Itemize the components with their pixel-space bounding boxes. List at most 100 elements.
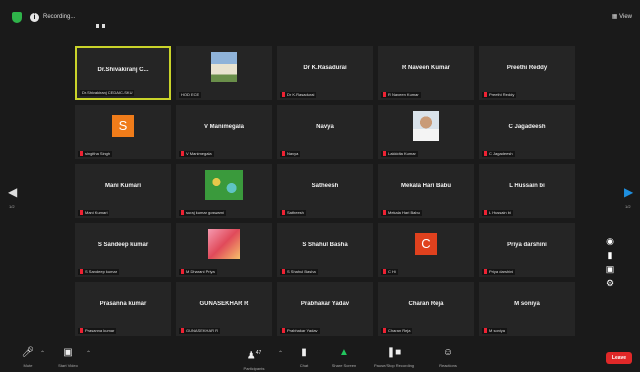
participant-label-text: Lakkidta Kumar	[388, 151, 416, 156]
participant-profile-photo	[205, 170, 243, 200]
participants-label: Participants	[243, 366, 265, 372]
participant-label-text: Mekala Hari Babu	[388, 210, 420, 215]
participant-name-label: Charan Reja	[381, 328, 413, 334]
participant-display-name: Dr.Shivakiranj C...	[97, 67, 149, 73]
floating-side-toolbar: ◉ ▮ ▣ ⚙	[603, 234, 617, 290]
prev-page-number: 1/2	[9, 204, 15, 209]
video-camera-icon: ▣	[63, 347, 73, 358]
leave-button[interactable]: Leave	[606, 352, 632, 364]
participant-name-label: Mani Kumari	[78, 210, 110, 216]
participants-options-chevron-icon[interactable]: ⌃	[278, 350, 283, 357]
view-button[interactable]: ▦ View	[612, 12, 632, 22]
participant-tile[interactable]: Mani Kumari Mani Kumari	[75, 164, 171, 218]
prev-page-arrow-icon[interactable]: ◀	[8, 185, 17, 199]
muted-microphone-icon	[181, 269, 184, 275]
participant-name-label: Satheesh	[280, 210, 306, 216]
participant-tile[interactable]: Prabhakar Yadav Prabhakar Yadav	[277, 282, 373, 336]
muted-microphone-icon	[484, 210, 487, 216]
gallery-grid: Dr.Shivakiranj C... Dr.Shivakiranj CEDAIC…	[75, 46, 575, 336]
pause-icon[interactable]	[96, 24, 99, 28]
participant-tile[interactable]: Lakkidta Kumar	[378, 105, 474, 159]
reactions-button[interactable]: ☺ Reactions	[428, 346, 468, 368]
participant-label-text: C Hi	[388, 269, 396, 274]
participant-tile[interactable]: suraj kumar goswami	[176, 164, 272, 218]
participant-tile[interactable]: Ssingitha Singh	[75, 105, 171, 159]
participant-name-label: C Jagadeesh	[482, 151, 515, 157]
video-options-chevron-icon[interactable]: ⌃	[86, 350, 91, 357]
participant-display-name: S Sandeep kumar	[97, 242, 149, 248]
participant-tile[interactable]: C C Hi	[378, 223, 474, 277]
pause-stop-recording-button[interactable]: ❚■ Pause/Stop Recording	[374, 346, 414, 368]
muted-microphone-icon	[484, 269, 487, 275]
participant-label-text: Dr.Shivakiranj CEDAIC-SKU	[82, 90, 133, 95]
participant-name-label: Dr.Shivakiranj CEDAIC-SKU	[80, 90, 135, 96]
muted-microphone-icon	[181, 151, 184, 157]
participant-tile[interactable]: M Dharani Priya	[176, 223, 272, 277]
participant-name-label: Preethi Reddy	[482, 92, 517, 98]
start-video-label: Start Video	[58, 363, 78, 368]
next-page-arrow-icon[interactable]: ▶	[624, 185, 633, 199]
share-screen-button[interactable]: ▲ Share Screen	[324, 346, 364, 368]
muted-microphone-icon	[282, 210, 285, 216]
stop-icon[interactable]	[102, 24, 105, 28]
camera-icon[interactable]: ◉	[603, 234, 617, 248]
participant-tile[interactable]: Preethi Reddy Preethi Reddy	[479, 46, 575, 100]
participant-avatar: S	[112, 115, 134, 137]
chat-button[interactable]: ▮ Chat	[284, 346, 324, 368]
screen-icon[interactable]: ▣	[603, 262, 617, 276]
participant-tile[interactable]: S Sandeep kumar S Sandeep kumar	[75, 223, 171, 277]
participant-label-text: suraj kumar goswami	[186, 210, 224, 215]
participant-name-label: M Dharani Priya	[179, 269, 217, 275]
participant-tile[interactable]: Charan Reja Charan Reja	[378, 282, 474, 336]
muted-microphone-icon	[383, 269, 386, 275]
participant-tile[interactable]: Mekala Hari Babu Mekala Hari Babu	[378, 164, 474, 218]
participant-label-text: Prabhakar Yadav	[287, 328, 318, 333]
muted-microphone-icon	[383, 328, 386, 334]
audio-options-chevron-icon[interactable]: ⌃	[40, 350, 45, 357]
info-icon[interactable]: i	[30, 13, 39, 22]
participant-display-name: Mekala Hari Babu	[400, 183, 452, 189]
participant-tile[interactable]: Dr K.Rasadurai Dr K.Rasadurai	[277, 46, 373, 100]
participant-tile[interactable]: M soniya M soniya	[479, 282, 575, 336]
participant-tile[interactable]: GUNASEKHAR R GUNASEKHAR R	[176, 282, 272, 336]
muted-microphone-icon	[80, 269, 83, 275]
participant-tile[interactable]: R Naveen Kumar R Naveen Kumar	[378, 46, 474, 100]
chat-icon: ▮	[301, 347, 307, 358]
muted-microphone-icon	[181, 210, 184, 216]
participant-tile[interactable]: V Manimegala V Manimegala	[176, 105, 272, 159]
participant-label-text: S Shahul Basha	[287, 269, 316, 274]
participant-tile[interactable]: C Jagadeesh C Jagadeesh	[479, 105, 575, 159]
video-icon[interactable]: ▮	[603, 248, 617, 262]
meeting-toolbar: 🎤︎ Mute ⌃ ▣ Start Video ⌃ ♟47 Participan…	[0, 344, 640, 372]
participant-name-label: singitha Singh	[78, 151, 113, 157]
participant-label-text: M Dharani Priya	[186, 269, 215, 274]
participant-label-text: V Manimegala	[186, 151, 212, 156]
participant-display-name: Priya darshini	[507, 242, 547, 248]
start-video-button[interactable]: ▣ Start Video	[48, 346, 88, 368]
recording-controls[interactable]	[96, 15, 108, 33]
participant-label-text: M soniya	[489, 328, 506, 333]
participant-label-text: Preethi Reddy	[489, 92, 515, 97]
participant-name-label: R Naveen Kumar	[381, 92, 421, 98]
participant-display-name: Satheesh	[311, 183, 339, 189]
chat-label: Chat	[299, 363, 309, 368]
participant-label-text: Dr K.Rasadurai	[287, 92, 315, 97]
settings-gear-icon[interactable]: ⚙	[603, 276, 617, 290]
mute-label: Mute	[23, 363, 33, 368]
muted-microphone-icon	[383, 92, 386, 98]
participant-tile[interactable]: S Shahul Basha S Shahul Basha	[277, 223, 373, 277]
muted-microphone-icon	[383, 151, 386, 157]
participant-tile[interactable]: Prasanna kumar Prasanna kumar	[75, 282, 171, 336]
participant-label-text: GUNASEKHAR R	[186, 328, 219, 333]
meeting-top-bar: i Recording... ▦ View	[0, 0, 640, 34]
participant-name-label: L Hussain bi	[482, 210, 513, 216]
participant-tile[interactable]: Dr.Shivakiranj C... Dr.Shivakiranj CEDAIC…	[75, 46, 171, 100]
participants-button[interactable]: ♟47 Participants	[234, 346, 274, 371]
shield-icon[interactable]	[12, 12, 22, 23]
participant-tile[interactable]: Satheesh Satheesh	[277, 164, 373, 218]
participant-tile[interactable]: HOD ECE	[176, 46, 272, 100]
participant-tile[interactable]: Navya Navya	[277, 105, 373, 159]
participant-tile[interactable]: Priya darshini Priya darshini	[479, 223, 575, 277]
muted-microphone-icon	[383, 210, 386, 216]
participant-tile[interactable]: L Hussain bi L Hussain bi	[479, 164, 575, 218]
